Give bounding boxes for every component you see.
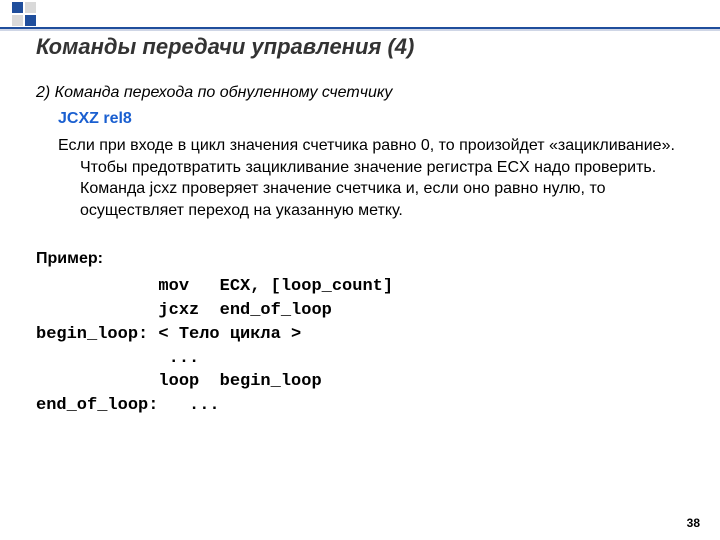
section-body: Если при входе в цикл значения счетчика … [58, 135, 692, 221]
slide-body: 2) Команда перехода по обнуленному счетч… [36, 82, 692, 418]
example-label: Пример: [36, 248, 692, 270]
section-lead: 2) Команда перехода по обнуленному счетч… [36, 82, 692, 104]
logo-squares [12, 2, 38, 28]
header-rule [0, 27, 720, 29]
instruction-name: JCXZ rel8 [58, 108, 692, 130]
code-block: mov ECX, [loop_count] jcxz end_of_loop b… [36, 275, 692, 418]
slide-title: Команды передачи управления (4) [36, 34, 414, 60]
page-number: 38 [687, 516, 700, 530]
